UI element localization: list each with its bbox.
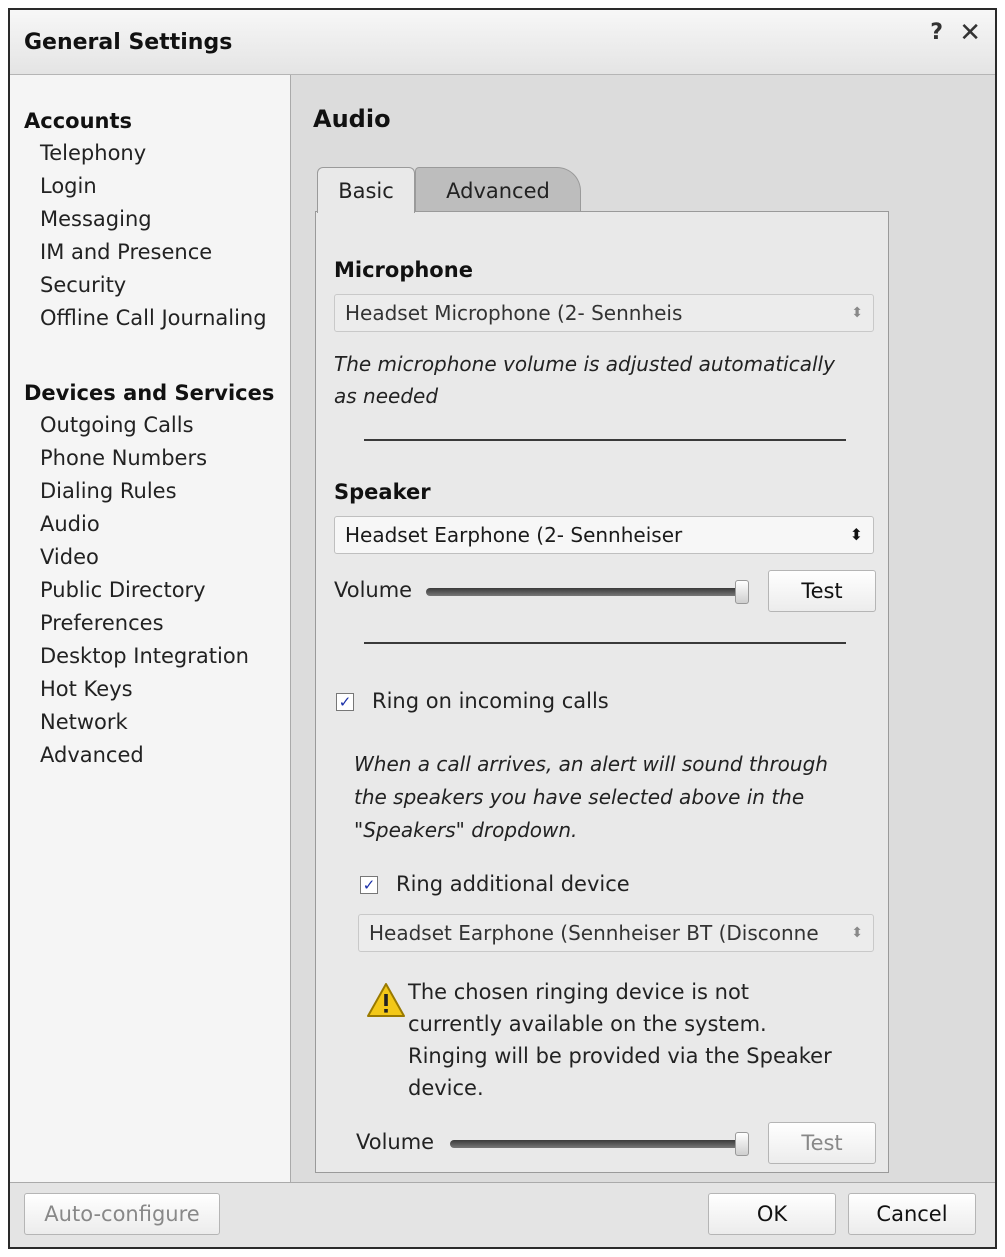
- sidebar-item-im-presence[interactable]: IM and Presence: [24, 236, 267, 269]
- warning-line3: Ringing will be provided via the Speaker: [408, 1044, 832, 1068]
- microphone-note-line2: as needed: [334, 384, 439, 408]
- ring-additional-label[interactable]: Ring additional device: [396, 872, 630, 896]
- nav-heading-devices-services[interactable]: Devices and Services: [24, 377, 274, 409]
- microphone-note-line1: The microphone volume is adjusted automa…: [334, 352, 835, 376]
- sidebar-item-public-directory[interactable]: Public Directory: [24, 574, 274, 607]
- check-icon: ✓: [362, 876, 376, 894]
- check-icon: ✓: [338, 693, 352, 711]
- ring-incoming-label[interactable]: Ring on incoming calls: [372, 689, 609, 713]
- ring-volume-label: Volume: [356, 1130, 435, 1154]
- dialog-title: General Settings: [24, 30, 233, 55]
- nav-group-devices: Devices and Services Outgoing Calls Phon…: [24, 377, 274, 772]
- section-title: Audio: [313, 105, 391, 133]
- speaker-volume-thumb[interactable]: [734, 580, 749, 604]
- sidebar-item-hot-keys[interactable]: Hot Keys: [24, 673, 274, 706]
- speaker-select[interactable]: Headset Earphone (2- Sennheiser ⬍: [334, 516, 874, 554]
- speaker-volume-slider[interactable]: [426, 588, 748, 596]
- sidebar-item-preferences[interactable]: Preferences: [24, 607, 274, 640]
- speaker-select-value: Headset Earphone (2- Sennheiser: [345, 523, 683, 547]
- updown-arrows-icon: ⬍: [851, 305, 863, 321]
- microphone-select-value: Headset Microphone (2- Sennheis: [345, 301, 683, 325]
- sidebar-item-audio[interactable]: Audio: [24, 508, 274, 541]
- general-settings-dialog: General Settings ? ✕ Accounts Telephony …: [8, 8, 997, 1249]
- warning-icon: [367, 983, 405, 1017]
- sidebar-item-desktop-integration[interactable]: Desktop Integration: [24, 640, 274, 673]
- close-button[interactable]: ✕: [959, 18, 981, 48]
- dialog-footer: Auto-configure OK Cancel: [10, 1182, 995, 1247]
- settings-content: Audio Basic Advanced Microphone Headset …: [291, 75, 995, 1183]
- nav-group-accounts: Accounts Telephony Login Messaging IM an…: [24, 105, 267, 335]
- speaker-test-button[interactable]: Test: [768, 570, 876, 612]
- warning-line4: device.: [408, 1076, 484, 1100]
- ring-volume-thumb[interactable]: [735, 1132, 750, 1156]
- auto-configure-button[interactable]: Auto-configure: [24, 1193, 220, 1235]
- sidebar-item-telephony[interactable]: Telephony: [24, 137, 267, 170]
- sidebar-item-dialing-rules[interactable]: Dialing Rules: [24, 475, 274, 508]
- cancel-button[interactable]: Cancel: [848, 1193, 976, 1235]
- ring-volume-slider[interactable]: [450, 1140, 748, 1148]
- sidebar-item-messaging[interactable]: Messaging: [24, 203, 267, 236]
- help-button[interactable]: ?: [930, 20, 943, 45]
- sidebar-item-login[interactable]: Login: [24, 170, 267, 203]
- ring-note-line1: When a call arrives, an alert will sound…: [354, 752, 828, 776]
- ok-button[interactable]: OK: [708, 1193, 836, 1235]
- ring-note-line3: "Speakers" dropdown.: [354, 818, 578, 842]
- speaker-label: Speaker: [334, 480, 431, 504]
- ring-additional-checkbox[interactable]: ✓: [360, 876, 378, 894]
- ring-note-line2: the speakers you have selected above in …: [354, 785, 805, 809]
- ring-incoming-checkbox[interactable]: ✓: [336, 693, 354, 711]
- ring-additional-select-value: Headset Earphone (Sennheiser BT (Disconn…: [369, 921, 819, 945]
- updown-arrows-icon: ⬍: [851, 925, 863, 941]
- warning-line2: currently available on the system.: [408, 1012, 767, 1036]
- sidebar-item-outgoing-calls[interactable]: Outgoing Calls: [24, 409, 274, 442]
- title-bar: General Settings ? ✕: [10, 10, 995, 75]
- microphone-label: Microphone: [334, 258, 473, 282]
- nav-heading-accounts[interactable]: Accounts: [24, 105, 267, 137]
- ring-test-button[interactable]: Test: [768, 1122, 876, 1164]
- divider: [364, 642, 846, 644]
- ring-additional-select[interactable]: Headset Earphone (Sennheiser BT (Disconn…: [358, 914, 874, 952]
- sidebar-item-network[interactable]: Network: [24, 706, 274, 739]
- warning-line1: The chosen ringing device is not: [408, 980, 750, 1004]
- updown-arrows-icon: ⬍: [849, 525, 863, 544]
- basic-tab-panel: Microphone Headset Microphone (2- Sennhe…: [315, 211, 889, 1173]
- tab-advanced[interactable]: Advanced: [415, 167, 581, 213]
- divider: [364, 439, 846, 441]
- settings-sidebar: Accounts Telephony Login Messaging IM an…: [10, 75, 291, 1183]
- tab-basic[interactable]: Basic: [317, 167, 415, 213]
- sidebar-item-phone-numbers[interactable]: Phone Numbers: [24, 442, 274, 475]
- sidebar-item-offline-call-journaling[interactable]: Offline Call Journaling: [24, 302, 267, 335]
- sidebar-item-security[interactable]: Security: [24, 269, 267, 302]
- microphone-select[interactable]: Headset Microphone (2- Sennheis ⬍: [334, 294, 874, 332]
- sidebar-item-advanced[interactable]: Advanced: [24, 739, 274, 772]
- speaker-volume-label: Volume: [334, 578, 413, 602]
- sidebar-item-video[interactable]: Video: [24, 541, 274, 574]
